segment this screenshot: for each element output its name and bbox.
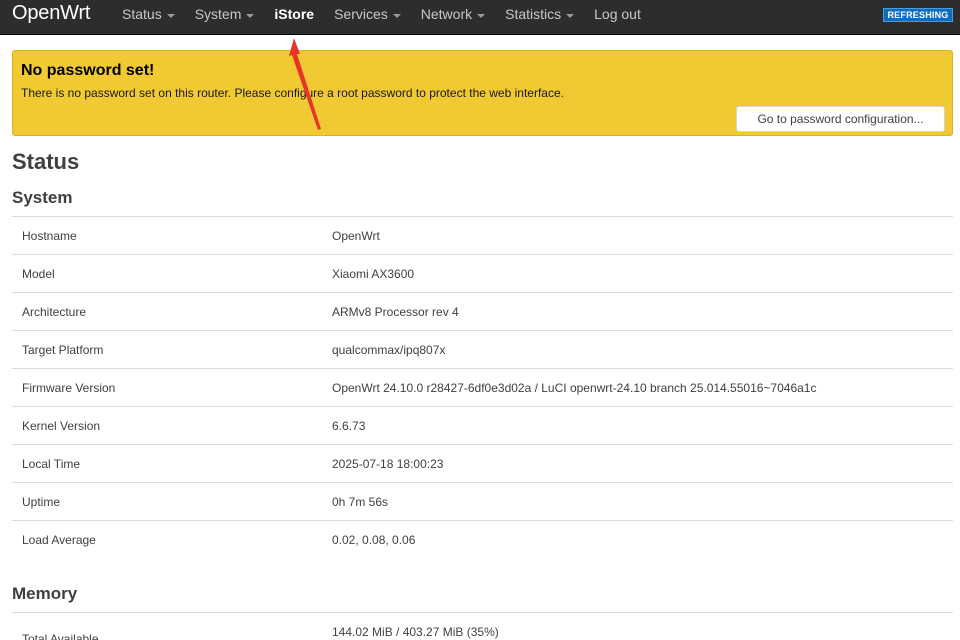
system-table: Hostname OpenWrt Model Xiaomi AX3600 Archi… bbox=[12, 216, 953, 558]
top-navbar: OpenWrt Status System iStore Services Ne… bbox=[0, 0, 960, 35]
alert-text: There is no password set on this router.… bbox=[21, 86, 564, 100]
menu-system[interactable]: System bbox=[185, 0, 265, 29]
table-row: Load Average 0.02, 0.08, 0.06 bbox=[12, 520, 953, 558]
table-row: Uptime 0h 7m 56s bbox=[12, 482, 953, 520]
chevron-down-icon bbox=[566, 13, 575, 18]
alert-title: No password set! bbox=[21, 62, 155, 79]
menu-statistics[interactable]: Statistics bbox=[495, 0, 584, 29]
menu-services[interactable]: Services bbox=[324, 0, 411, 29]
menu-logout[interactable]: Log out bbox=[584, 0, 651, 29]
table-row: Target Platform qualcommax/ipq807x bbox=[12, 330, 953, 368]
memory-heading: Memory bbox=[12, 584, 78, 603]
table-row: Architecture ARMv8 Processor rev 4 bbox=[12, 292, 953, 330]
chevron-down-icon bbox=[166, 13, 175, 18]
refreshing-badge[interactable]: REFRESHING bbox=[883, 8, 953, 22]
table-row: Local Time 2025-07-18 18:00:23 bbox=[12, 444, 953, 482]
menu-istore[interactable]: iStore bbox=[264, 0, 324, 29]
table-row: Hostname OpenWrt bbox=[12, 216, 953, 254]
page-title: Status bbox=[12, 149, 80, 174]
table-row: Model Xiaomi AX3600 bbox=[12, 254, 953, 292]
password-config-button[interactable]: Go to password configuration... bbox=[736, 106, 945, 132]
system-heading: System bbox=[12, 188, 73, 207]
chevron-down-icon bbox=[477, 13, 486, 18]
table-row: Total Available 144.02 MiB / 403.27 MiB (… bbox=[12, 612, 953, 640]
chevron-down-icon bbox=[246, 13, 255, 18]
menu-status[interactable]: Status bbox=[112, 0, 185, 29]
brand-logo[interactable]: OpenWrt bbox=[12, 2, 90, 25]
main-menu: Status System iStore Services Network St… bbox=[112, 0, 651, 35]
no-password-alert: No password set! There is no password se… bbox=[12, 50, 953, 136]
table-row: Firmware Version OpenWrt 24.10.0 r28427-6… bbox=[12, 368, 953, 406]
memory-table: Total Available 144.02 MiB / 403.27 MiB (… bbox=[12, 612, 953, 640]
chevron-down-icon bbox=[392, 13, 401, 18]
table-row: Kernel Version 6.6.73 bbox=[12, 406, 953, 444]
menu-network[interactable]: Network bbox=[411, 0, 495, 29]
